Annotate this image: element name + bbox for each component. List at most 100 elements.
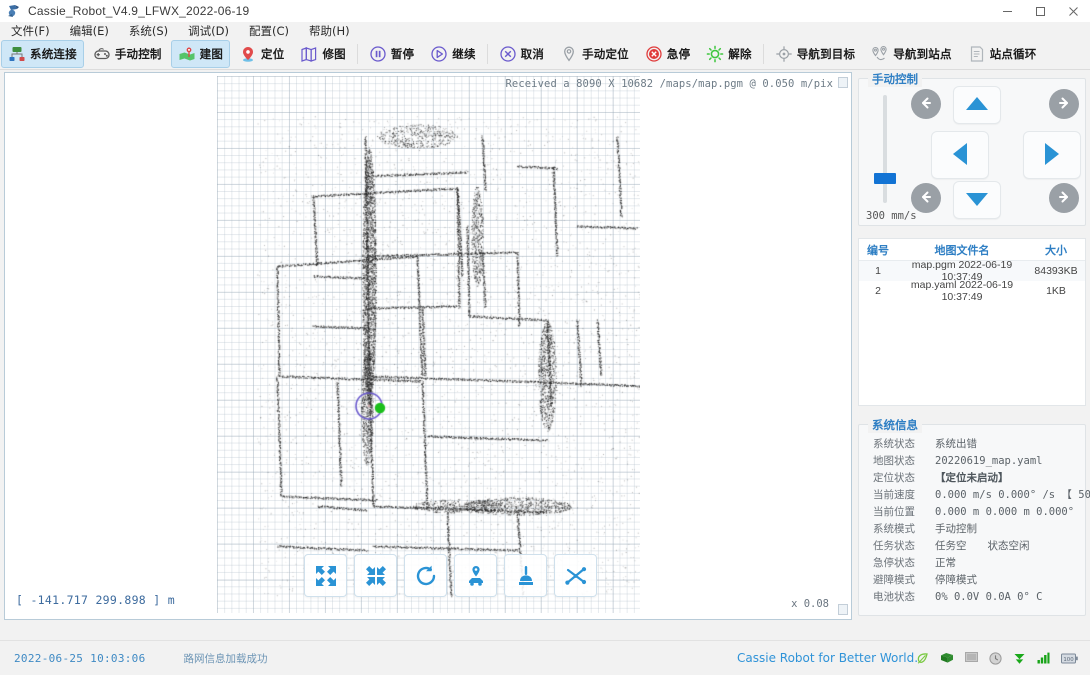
leaf-status-icon[interactable] [916,652,929,665]
scrollbar-down-button[interactable] [838,604,848,615]
map-received-info: Received a 8090 X 10682 /maps/map.pgm @ … [505,78,833,90]
toolbar-label: 定位 [261,47,285,61]
column-header-size: 大小 [1045,243,1067,257]
window-controls [991,0,1090,22]
toolbar-build-map[interactable]: 建图 [170,40,231,68]
move-forward-button[interactable] [953,86,1001,124]
info-label: 定位状态 [873,472,915,484]
fit-expand-tool[interactable] [304,554,347,597]
maximize-button[interactable] [1024,0,1057,22]
rotate-ccw-icon [414,564,438,588]
screen-status-icon[interactable] [965,652,978,664]
application-window: Cassie_Robot_V4.9_LFWX_2022-06-19 文件(F) … [0,0,1090,675]
erase-map-tool[interactable] [504,554,547,597]
path-edit-tool[interactable] [554,554,597,597]
info-value: 0% 0.0V 0.0A 0° C [935,590,1043,603]
rotate-right-button[interactable] [1023,131,1081,179]
manual-locate-pin-icon [560,45,578,63]
toolbar-cancel[interactable]: 取消 [492,40,551,68]
svg-text:100: 100 [1063,656,1074,662]
toolbar-edit-map[interactable]: 修图 [293,40,352,68]
toolbar-localize[interactable]: 定位 [232,40,291,68]
menu-config[interactable]: 配置(C) [240,22,298,40]
cell-id: 2 [875,285,881,297]
menu-file[interactable]: 文件(F) [2,22,59,40]
info-value: 系统出错 [935,438,977,450]
map-file-list[interactable]: 编号 地图文件名 大小 1 map.pgm 2022-06-19 10:37:4… [858,238,1086,406]
close-button[interactable] [1057,0,1090,22]
navigate-station-icon [871,45,889,63]
status-message: 路网信息加载成功 [183,652,268,665]
turn-left-forward-button[interactable] [911,89,941,119]
info-value: 0.000 m/s 0.000° /s 【 50% 】 [935,489,1090,501]
clock-status-icon[interactable] [989,651,1002,665]
toolbar-navigate-target[interactable]: 导航到目标 [768,40,863,68]
arrow-left-icon [950,140,970,171]
info-row-map-status: 地图状态 20220619_map.yaml [859,452,1085,469]
menu-help[interactable]: 帮助(H) [300,22,359,40]
release-sun-icon [706,45,724,63]
fit-collapse-tool[interactable] [354,554,397,597]
toolbar-system-connect[interactable]: 系统连接 [1,40,84,68]
info-row-battery-status: 电池状态 0% 0.0V 0.0A 0° C [859,588,1085,605]
reset-rotate-tool[interactable] [404,554,447,597]
toolbar-label: 取消 [520,47,545,61]
info-row-current-speed: 当前速度 0.000 m/s 0.000° /s 【 50% 】 [859,486,1090,503]
info-row-system-mode: 系统模式 手动控制 [859,520,1085,537]
download-status-icon[interactable] [1013,652,1026,665]
toolbar-label: 系统连接 [30,47,77,61]
info-row-estop-status: 急停状态 正常 [859,554,1085,571]
arrow-up-icon [964,95,990,116]
speed-value-label: 300 mm/s [866,210,917,222]
gamepad-icon [93,45,111,63]
rotate-left-button[interactable] [931,131,989,179]
info-row-system-status: 系统状态 系统出错 [859,435,1085,452]
menu-debug[interactable]: 调试(D) [179,22,238,40]
battery-status-icon[interactable]: 100 [1061,653,1078,664]
info-row-obstacle-mode: 避障模式 停障模式 [859,571,1085,588]
turn-right-back-button[interactable] [1049,183,1079,213]
toolbar-station-loop[interactable]: 站点循环 [961,40,1044,68]
table-row[interactable]: 2 map.yaml 2022-06-19 10:37:49 1KB [859,279,1085,303]
system-info-title: 系统信息 [868,417,922,433]
turn-right-forward-button[interactable] [1049,89,1079,119]
menu-edit[interactable]: 编辑(E) [61,22,118,40]
info-label: 电池状态 [873,591,915,603]
move-backward-button[interactable] [953,181,1001,219]
speed-slider[interactable] [874,95,896,203]
info-label: 任务状态 [873,540,915,552]
scrollbar-up-button[interactable] [838,77,848,88]
occupancy-map-pointcloud[interactable] [217,76,640,613]
main-toolbar: 系统连接 手动控制 建图 定位 修图 暂停 继续 取消 手动定位 急停 解除 导… [0,39,1090,70]
location-pin-icon [239,45,257,63]
toolbar-label: 手动控制 [114,47,162,61]
status-icon-tray: 100 [916,651,1078,665]
toolbar-navigate-station[interactable]: 导航到站点 [864,40,959,68]
set-robot-pose-tool[interactable] [454,554,497,597]
toolbar-manual-localize[interactable]: 手动定位 [553,40,636,68]
info-label: 系统状态 [873,438,915,450]
network-connect-icon [8,45,26,63]
speed-slider-handle[interactable] [874,173,896,184]
minimize-button[interactable] [991,0,1024,22]
info-label: 当前速度 [873,489,915,501]
info-row-current-position: 当前位置 0.000 m 0.000 m 0.000° [859,503,1085,520]
menu-system[interactable]: 系统(S) [120,22,177,40]
map-viewport[interactable]: Received a 8090 X 10682 /maps/map.pgm @ … [4,72,852,620]
info-value: 任务空 状态空闲 [935,540,1030,552]
toolbar-continue[interactable]: 继续 [423,40,482,68]
book-status-icon[interactable] [940,652,954,664]
info-row-task-status: 任务状态 任务空 状态空闲 [859,537,1085,554]
table-row[interactable]: 1 map.pgm 2022-06-19 10:37:49 84393KB [859,259,1085,283]
toolbar-label: 解除 [728,47,752,61]
map-canvas-area[interactable]: Received a 8090 X 10682 /maps/map.pgm @ … [5,73,851,619]
toolbar-pause[interactable]: 暂停 [362,40,421,68]
toolbar-label: 手动定位 [582,47,629,61]
toolbar-emergency-stop[interactable]: 急停 [638,40,697,68]
signal-status-icon[interactable] [1037,652,1050,664]
toolbar-release[interactable]: 解除 [699,40,758,68]
navigate-target-icon [775,45,793,63]
toolbar-manual-control[interactable]: 手动控制 [86,40,169,68]
arrow-right-round-icon [1056,189,1072,208]
turn-left-back-button[interactable] [911,183,941,213]
